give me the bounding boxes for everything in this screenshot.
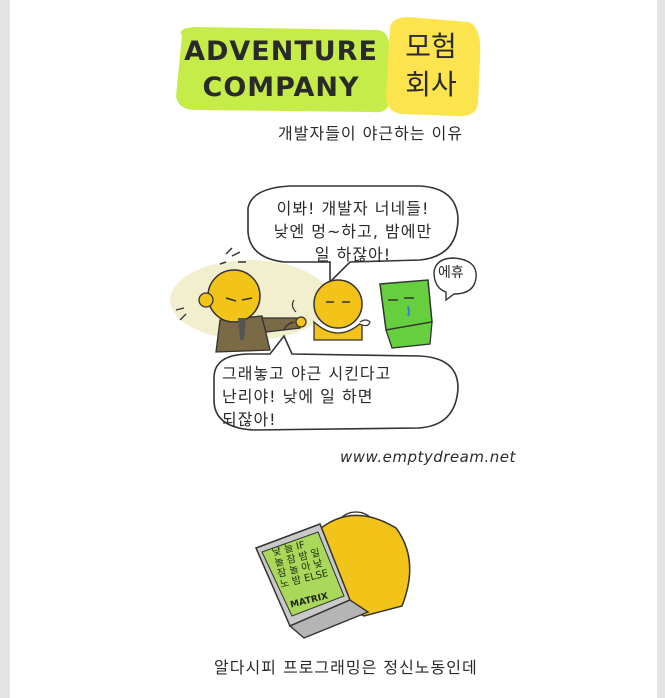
sigh-text: 에휴 (438, 265, 464, 281)
title-line-company: COMPANY (202, 72, 360, 103)
caption: 알다시피 프로그래밍은 정신노동인데 (214, 658, 478, 677)
title-line-hoesa: 회사 (405, 68, 457, 101)
speech-text-bottom: 그래놓고 야근 시킨다고 난리야! 낮에 일 하면 되잖아! (222, 362, 452, 431)
green-character (379, 279, 433, 349)
speech-bottom-line-2: 난리야! 낮에 일 하면 (222, 387, 374, 406)
subtitle: 개발자들이 야근하는 이유 (278, 124, 464, 143)
speech-bottom-line-3: 되잖아! (222, 410, 277, 429)
speech-text-top: 이봐! 개발자 너네들! 낮엔 멍~하고, 밤에만 일 하잖아! (253, 197, 453, 266)
speech-top-line-3: 일 하잖아! (314, 245, 392, 264)
title-korean: 모험 회사 (385, 18, 477, 128)
speech-bottom-line-1: 그래놓고 야근 시킨다고 (222, 364, 392, 383)
title-english: ADVENTURE COMPANY (176, 28, 386, 120)
speech-top-line-1: 이봐! 개발자 너네들! (276, 199, 430, 218)
comic-page: ADVENTURE COMPANY 모험 회사 개발자들이 야근하는 이유 이봐… (0, 0, 665, 698)
title-line-moheom: 모험 (405, 30, 457, 63)
speech-top-line-2: 낮엔 멍~하고, 밤에만 (273, 222, 433, 241)
watermark-url: www.emptydream.net (340, 448, 516, 466)
title-line-adventure: ADVENTURE (184, 36, 378, 67)
